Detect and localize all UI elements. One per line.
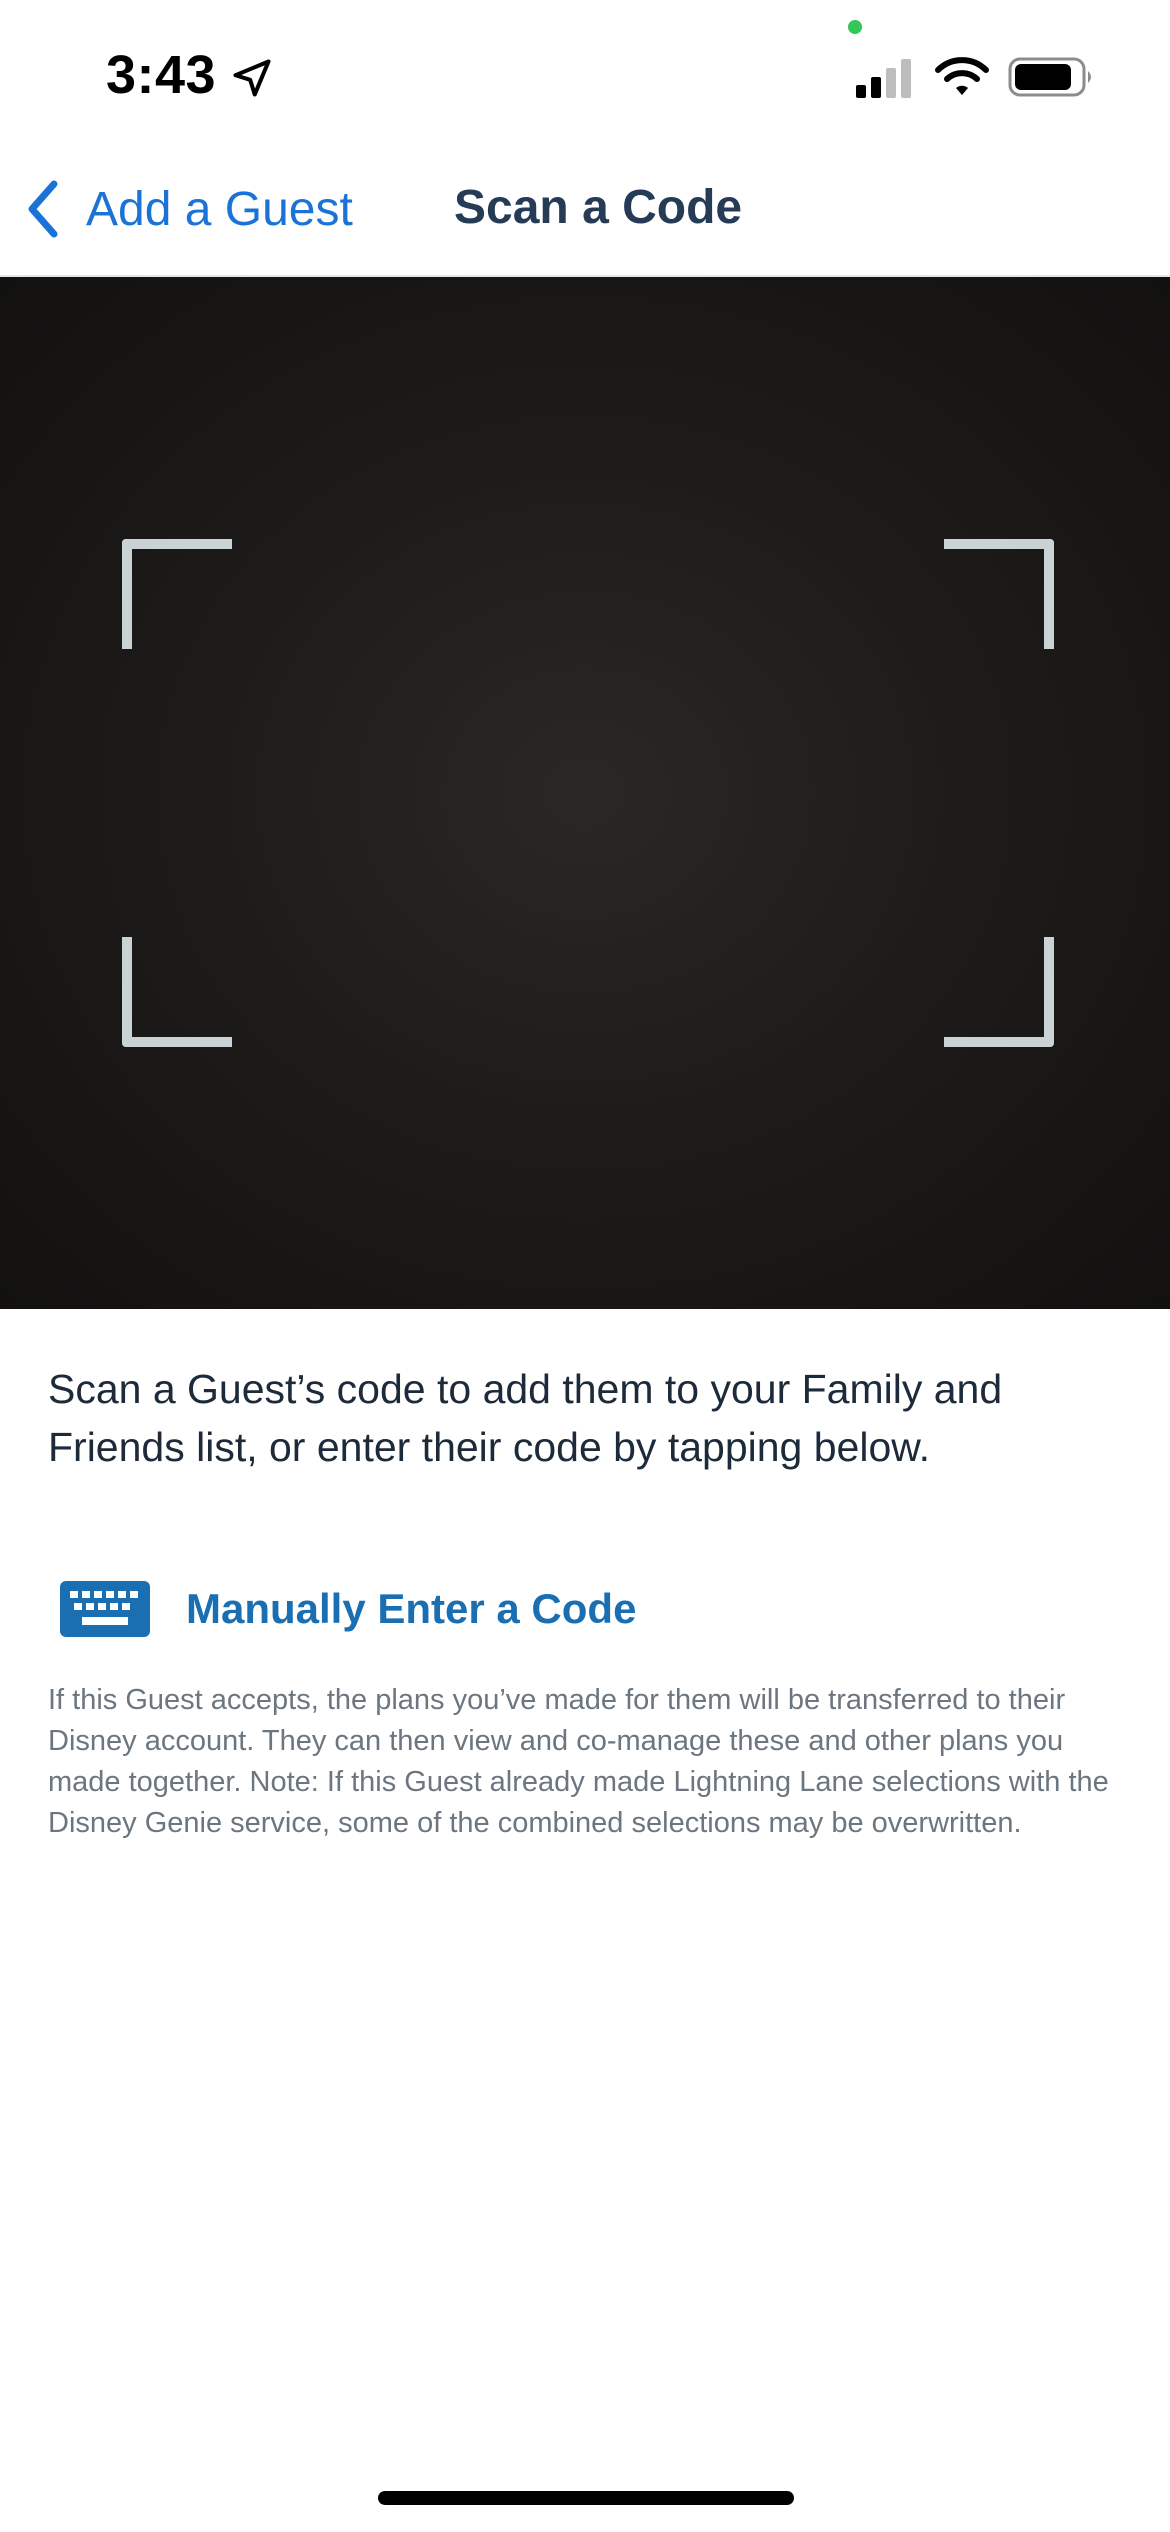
location-arrow-icon: [233, 59, 271, 97]
scan-frame-corner-top-left: [122, 539, 232, 649]
chevron-left-icon: [28, 180, 58, 238]
signal-icon: [856, 59, 911, 98]
back-button-label: Add a Guest: [86, 182, 353, 236]
battery-icon: [1008, 57, 1091, 97]
nav-bar: Add a Guest Scan a Code: [0, 150, 1170, 277]
manual-entry-label: Manually Enter a Code: [186, 1585, 637, 1632]
wifi-icon: [935, 57, 989, 95]
home-indicator[interactable]: [378, 2491, 794, 2505]
page-title: Scan a Code: [454, 181, 743, 234]
scan-frame-corner-bottom-left: [122, 937, 232, 1047]
transfer-disclaimer: If this Guest accepts, the plans you’ve …: [48, 1684, 1109, 1839]
scan-frame-corner-top-right: [944, 539, 1054, 649]
status-time: 3:43: [106, 45, 217, 105]
status-bar: 3:43: [0, 0, 1170, 150]
scan-frame-corner-bottom-right: [944, 937, 1054, 1047]
keyboard-icon: [60, 1581, 150, 1637]
scan-instructions: Scan a Guest’s code to add them to your …: [48, 1366, 1003, 1470]
manual-entry-button[interactable]: Manually Enter a Code: [58, 1574, 636, 1644]
camera-viewfinder: [0, 277, 1170, 1309]
back-button[interactable]: Add a Guest: [22, 176, 353, 242]
privacy-indicator-dot: [848, 20, 862, 34]
